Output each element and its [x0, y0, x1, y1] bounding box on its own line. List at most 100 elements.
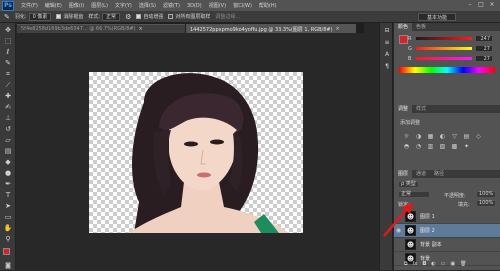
workspace-select[interactable]: 基本功能	[417, 13, 456, 21]
fill-input[interactable]: 100%	[476, 200, 497, 207]
green-slider[interactable]	[416, 47, 472, 50]
stamp-tool-icon[interactable]: ⊥	[3, 113, 13, 123]
layer-name: 图层 2	[420, 228, 435, 234]
green-value[interactable]: 27	[475, 45, 493, 52]
brush-tool-icon[interactable]: ✍	[3, 102, 13, 112]
levels-adjust-icon[interactable]: ◑	[414, 133, 423, 140]
layer-thumbnail: ☻	[405, 239, 416, 250]
annotation-arrow	[383, 202, 413, 237]
maximize-button[interactable]: □	[477, 1, 485, 9]
link-layers-icon[interactable]: ⧉	[404, 261, 408, 267]
move-tool-icon[interactable]: ✥	[3, 25, 13, 35]
tab-document-2[interactable]: 1442572ppxpmo9ko4yoffu.jpg @ 33.3%(图层 1,…	[186, 24, 356, 33]
tab-adjustments[interactable]: 调整	[394, 105, 413, 113]
lasso-tool-icon[interactable]: ℓ	[3, 47, 13, 57]
zoom-tool-icon[interactable]: ⚲	[3, 234, 13, 244]
tools-panel: ✥ ⬚ ℓ ✎ ⌗ ⟋ ✚ ✍ ⊥ ↺ ▱ ▤ ◆ ● ✒ T ➤ ▭ ✋ ⚲ …	[0, 23, 16, 270]
minimize-button[interactable]: –	[466, 1, 474, 9]
layer-row[interactable]: ☻ 背景 副本	[394, 238, 500, 252]
auto-enhance-checkbox[interactable]	[136, 14, 142, 19]
fx-icon[interactable]: fx	[413, 261, 418, 267]
antialias-checkbox[interactable]	[56, 14, 62, 19]
color-balance-adjust-icon[interactable]: ◇	[474, 133, 483, 140]
posterize-adjust-icon[interactable]: ▩	[450, 143, 459, 150]
red-slider[interactable]	[416, 37, 472, 40]
bw-adjust-icon[interactable]: ◓	[402, 143, 411, 150]
blur-tool-icon[interactable]: ◆	[3, 157, 13, 167]
close-button[interactable]: ×	[488, 1, 496, 9]
tab-document-1[interactable]: 5f4e8258d169b3de6347... @ 66.7%(RGB/8#) …	[17, 24, 185, 33]
quick-select-tool-icon[interactable]: ✎	[3, 58, 13, 68]
invert-adjust-icon[interactable]: ▧	[438, 143, 447, 150]
eraser-tool-icon[interactable]: ▱	[3, 135, 13, 145]
channel-mixer-adjust-icon[interactable]: ▥	[426, 143, 435, 150]
exposure-adjust-icon[interactable]: ◐	[438, 133, 447, 140]
foreground-color-swatch[interactable]	[3, 248, 10, 255]
menu-filter[interactable]: 滤镜(T)	[163, 2, 180, 9]
tab-color[interactable]: 颜色	[394, 23, 413, 31]
layer-name: 图层 1	[420, 214, 435, 220]
vibrance-adjust-icon[interactable]: ▽	[450, 133, 459, 140]
menu-type[interactable]: 文字(Y)	[115, 2, 132, 9]
tab-swatches[interactable]: 色板	[412, 23, 431, 31]
refine-edge-button[interactable]: 调整边缘...	[215, 13, 240, 20]
tab-layers[interactable]: 图层	[394, 170, 413, 178]
blend-mode-select[interactable]: 正常	[398, 191, 430, 198]
sample-all-checkbox[interactable]	[168, 14, 174, 19]
history-brush-tool-icon[interactable]: ↺	[3, 124, 13, 134]
menu-select[interactable]: 选择(S)	[139, 2, 156, 9]
menu-file[interactable]: 文件(F)	[21, 2, 38, 9]
curves-adjust-icon[interactable]: ▦	[426, 133, 435, 140]
tab-channels[interactable]: 通道	[412, 170, 431, 178]
shape-tool-icon[interactable]: ▭	[3, 212, 13, 222]
canvas-area[interactable]	[17, 33, 364, 270]
crop-tool-icon[interactable]: ⌗	[3, 69, 13, 79]
quick-select-icon[interactable]: ✎	[4, 13, 10, 21]
gear-icon[interactable]: ⚙	[125, 13, 131, 21]
folder-icon[interactable]: ▭	[441, 261, 446, 267]
healing-tool-icon[interactable]: ✚	[3, 91, 13, 101]
menu-window[interactable]: 窗口(W)	[233, 2, 252, 9]
hue-adjust-icon[interactable]: ▤	[462, 133, 471, 140]
panel-foreground-swatch[interactable]	[399, 35, 408, 44]
style-select[interactable]: 正常	[102, 12, 121, 21]
menu-edit[interactable]: 编辑(E)	[45, 2, 62, 9]
document-canvas[interactable]	[89, 72, 303, 233]
menu-3d[interactable]: 3D(D)	[187, 3, 202, 9]
history-icon[interactable]: ⊟	[383, 27, 391, 35]
trash-icon[interactable]: 🗑	[460, 261, 466, 267]
layer-kind-filter[interactable]: ρ 类型	[398, 181, 419, 188]
menu-layer[interactable]: 图层(L)	[91, 2, 108, 9]
character-icon[interactable]: A	[383, 51, 391, 59]
tab-styles[interactable]: 样式	[412, 105, 431, 113]
hand-tool-icon[interactable]: ✋	[3, 223, 13, 233]
menu-image[interactable]: 图像(I)	[69, 2, 84, 9]
mask-icon[interactable]: ◘	[422, 261, 426, 267]
threshold-adjust-icon[interactable]: ✦	[462, 143, 471, 150]
paragraph-icon[interactable]: ¶	[383, 63, 391, 71]
woman-portrait-image	[129, 73, 289, 233]
type-tool-icon[interactable]: T	[3, 190, 13, 200]
marquee-tool-icon[interactable]: ⬚	[3, 36, 13, 46]
close-icon[interactable]: ×	[336, 26, 340, 32]
dodge-tool-icon[interactable]: ●	[3, 168, 13, 178]
brightness-adjust-icon[interactable]: ☼	[402, 133, 411, 140]
tab-paths[interactable]: 路径	[430, 170, 449, 178]
pen-tool-icon[interactable]: ✒	[3, 179, 13, 189]
blue-slider[interactable]	[416, 57, 472, 60]
red-value[interactable]: 247	[475, 35, 493, 42]
blue-value[interactable]: 27	[475, 55, 493, 62]
menu-view[interactable]: 视图(V)	[209, 2, 226, 9]
gradient-tool-icon[interactable]: ▤	[3, 146, 13, 156]
color-spectrum-bar[interactable]	[399, 67, 495, 73]
new-layer-icon[interactable]: ▣	[450, 261, 455, 267]
photo-filter-adjust-icon[interactable]: ◔	[414, 143, 423, 150]
opacity-input[interactable]: 100%	[476, 191, 497, 198]
path-select-tool-icon[interactable]: ➤	[3, 201, 13, 211]
properties-icon[interactable]: ≡	[383, 39, 391, 47]
close-icon[interactable]: ×	[139, 26, 143, 32]
feather-input[interactable]: 0 像素	[28, 12, 52, 21]
menu-help[interactable]: 帮助(H)	[259, 2, 277, 9]
eyedropper-tool-icon[interactable]: ⟋	[3, 80, 13, 90]
adjustment-layer-icon[interactable]: ◐	[431, 261, 435, 267]
